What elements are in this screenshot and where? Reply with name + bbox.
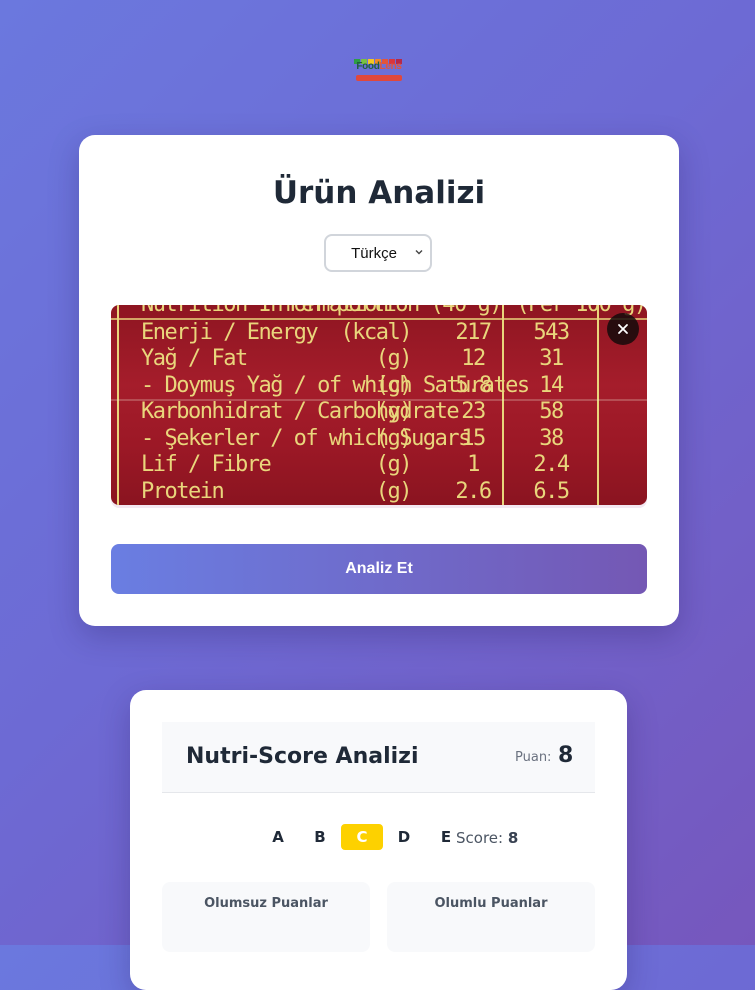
grade-c: C: [341, 824, 383, 850]
positive-points-panel: Olumlu Puanlar: [387, 882, 595, 952]
label-text-v2: 38: [539, 426, 563, 451]
nutrition-label-image: Nutrition InformationPer portion (40 g)(…: [111, 305, 647, 505]
positive-points-title: Olumlu Puanlar: [434, 896, 548, 911]
score-inline: Score: 8: [456, 829, 518, 847]
uploaded-image-preview: Nutrition InformationPer portion (40 g)(…: [111, 305, 647, 505]
negative-points-title: Olumsuz Puanlar: [204, 896, 328, 911]
grade-a: A: [272, 828, 284, 846]
score-value: 8: [558, 743, 574, 768]
label-text-unit: (kcal): [341, 320, 411, 345]
label-text-v1: 1: [467, 452, 479, 477]
label-text-unit: (g): [376, 399, 411, 424]
label-text-unit: (g): [376, 479, 411, 504]
score-label: Puan:: [515, 750, 552, 765]
label-text-label: - Şekerler / of which Sugars: [141, 426, 470, 451]
label-text-v1: 23: [461, 399, 485, 424]
nutri-score-grades: ABCDE: [257, 824, 467, 850]
label-text-unit: Per portion (40 g): [290, 305, 501, 317]
label-text-v1: 217: [455, 320, 490, 345]
label-text-v2: 2.4: [533, 452, 569, 477]
nutri-score-header: Nutri-Score Analizi Puan: 8: [162, 722, 595, 793]
logo-text-lens: Lens: [379, 61, 402, 72]
label-text-v1: 5.8: [455, 373, 490, 398]
page-title: Ürün Analizi: [272, 175, 486, 211]
label-text-v2: 543: [533, 320, 568, 345]
chevron-down-icon: [415, 250, 423, 255]
label-text-unit: (g): [376, 346, 411, 371]
analyze-button[interactable]: Analiz Et: [111, 544, 647, 594]
nutri-score-title: Nutri-Score Analizi: [186, 744, 419, 769]
language-select-value: Türkçe: [351, 244, 397, 262]
label-text-unit: (g): [376, 452, 411, 477]
label-text-v1: 15: [461, 426, 485, 451]
language-select[interactable]: Türkçe: [324, 234, 432, 272]
label-text-v2: 6.5: [533, 479, 568, 504]
analysis-card: Ürün Analizi Türkçe Nutrition Informatio…: [79, 135, 679, 626]
close-icon: [618, 324, 628, 334]
negative-points-panel: Olumsuz Puanlar: [162, 882, 370, 952]
foodlens-logo: FoodLens: [352, 57, 406, 83]
label-text-v2: 31: [539, 346, 563, 371]
grade-d: D: [397, 828, 411, 846]
label-text-label: Lif / Fibre: [141, 452, 270, 477]
label-text-v1: 12: [461, 346, 485, 371]
logo-text-food: Food: [356, 61, 380, 72]
nutri-score-card: Nutri-Score Analizi Puan: 8 ABCDE Score:…: [130, 690, 627, 990]
label-text-label: Enerji / Energy: [141, 320, 318, 345]
label-text-label: Protein: [141, 479, 223, 504]
label-text-v1: 2.6: [455, 479, 490, 504]
label-text-unit: (g): [376, 373, 411, 398]
grade-b: B: [314, 828, 326, 846]
label-text-v2: 58: [539, 399, 563, 424]
remove-image-button[interactable]: [607, 313, 639, 345]
score-inline-value: 8: [507, 829, 519, 847]
score-inline-label: Score:: [456, 829, 504, 847]
label-text-label: Yağ / Fat: [141, 346, 247, 371]
label-text-v2: 14: [539, 373, 564, 398]
label-text-unit: (g): [376, 426, 411, 451]
